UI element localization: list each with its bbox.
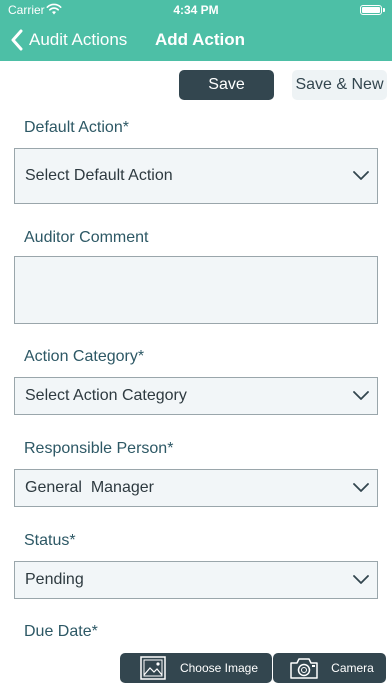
back-button[interactable]: Audit Actions xyxy=(10,28,127,52)
back-button-label: Audit Actions xyxy=(29,30,128,49)
choose-image-button[interactable]: Choose Image xyxy=(120,653,272,683)
image-icon xyxy=(140,656,166,680)
status-select[interactable]: Pending xyxy=(14,561,378,599)
save-and-new-button[interactable]: Save & New xyxy=(292,70,387,100)
action-category-value: Select Action Category xyxy=(25,387,187,404)
status-bar: Carrier 4:34 PM xyxy=(0,0,392,20)
action-category-select[interactable]: Select Action Category xyxy=(14,377,378,415)
chevron-down-icon xyxy=(353,575,369,584)
battery-icon xyxy=(360,5,385,15)
page-title: Add Action xyxy=(155,30,246,49)
chevron-down-icon xyxy=(353,391,369,400)
status-value: Pending xyxy=(25,571,84,588)
responsible-person-value: General Manager xyxy=(25,479,154,496)
responsible-person-select[interactable]: General Manager xyxy=(14,469,378,507)
chevron-down-icon xyxy=(353,483,369,492)
camera-label: Camera xyxy=(331,661,374,675)
responsible-person-label: Responsible Person* xyxy=(24,440,174,457)
auditor-comment-input[interactable] xyxy=(14,256,378,324)
camera-button[interactable]: Camera xyxy=(273,653,386,683)
save-button[interactable]: Save xyxy=(179,70,274,100)
status-label: Status* xyxy=(24,532,76,549)
default-action-value: Select Default Action xyxy=(25,167,173,184)
status-time: 4:34 PM xyxy=(173,3,219,17)
back-chevron-icon xyxy=(11,29,23,51)
due-date-label: Due Date* xyxy=(24,623,98,640)
default-action-label: Default Action* xyxy=(24,119,129,136)
action-category-label: Action Category* xyxy=(24,348,145,365)
chevron-down-icon xyxy=(353,171,369,180)
nav-bar: Audit Actions Add Action xyxy=(0,20,392,61)
default-action-select[interactable]: Select Default Action xyxy=(14,148,378,204)
camera-icon xyxy=(290,658,318,679)
auditor-comment-label: Auditor Comment xyxy=(24,229,149,246)
choose-image-label: Choose Image xyxy=(179,661,259,675)
